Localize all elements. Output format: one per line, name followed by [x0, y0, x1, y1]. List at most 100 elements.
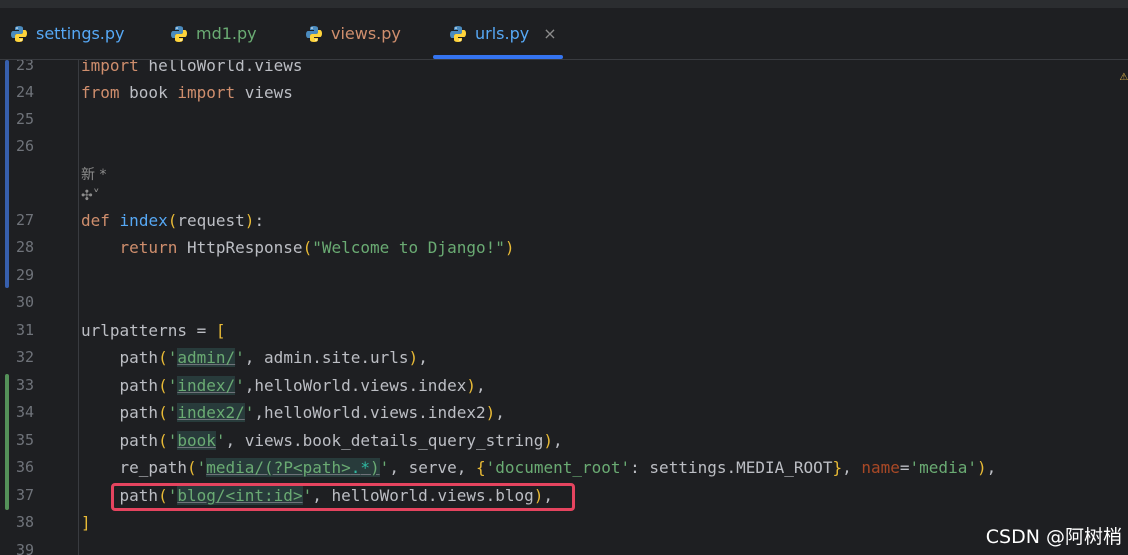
code-text: ,: [986, 458, 997, 477]
paren: (: [167, 211, 178, 230]
regex-star: *: [360, 458, 371, 477]
code-text: path: [119, 431, 159, 450]
paren: (: [158, 376, 168, 395]
url-pattern: index/: [177, 376, 236, 395]
code-text: :: [254, 211, 265, 230]
line-number: 36: [15, 458, 34, 476]
keyword: return: [119, 238, 178, 257]
code-text: views: [235, 83, 293, 102]
paren: ): [976, 458, 987, 477]
tab-label: urls.py: [475, 24, 530, 43]
code-editor[interactable]: 23 24 25 26 27 28 29 30 31 32 33 34 35 3…: [0, 60, 1128, 555]
tab-md1-py[interactable]: md1.py: [170, 8, 257, 59]
line-number: 33: [15, 376, 34, 394]
line-number: 32: [15, 348, 34, 366]
python-file-icon: [450, 25, 466, 42]
string-quote: ': [235, 376, 245, 395]
code-line-34: path('index2/',helloWorld.views.index2),: [81, 399, 505, 426]
code-text: helloWorld.views: [138, 60, 303, 75]
tab-views-py[interactable]: views.py: [305, 8, 401, 59]
code-text: ,helloWorld.views.index: [244, 376, 467, 395]
editor-tab-bar: settings.py md1.py views.py urls.py ×: [0, 8, 1128, 60]
warning-icon[interactable]: ⚠: [1120, 68, 1128, 84]
string-quote: ': [235, 348, 245, 367]
paren: ): [485, 403, 496, 422]
paren: ): [504, 238, 515, 257]
keyword: def: [81, 211, 110, 230]
tab-label: settings.py: [36, 24, 125, 43]
code-line-28: return HttpResponse("Welcome to Django!"…: [81, 234, 515, 261]
keyword-arg: name: [861, 458, 900, 477]
paren: (: [158, 348, 168, 367]
close-icon[interactable]: ×: [543, 24, 556, 43]
url-pattern: media/: [206, 458, 265, 477]
code-vision-icon[interactable]: ✣˅: [81, 188, 100, 204]
code-text: book: [119, 83, 178, 102]
keyword: from: [81, 83, 120, 102]
highlight-annotation-box: [111, 483, 575, 511]
line-number: 38: [15, 513, 34, 531]
url-pattern: admin/: [177, 348, 236, 367]
regex-group-close: ): [370, 458, 380, 477]
code-text: ,: [475, 376, 486, 395]
code-text: , views.book_details_query_string: [225, 431, 544, 450]
tab-label: md1.py: [196, 24, 257, 43]
line-number: 27: [15, 211, 34, 229]
function-name: index: [119, 211, 168, 230]
python-file-icon: [306, 25, 322, 42]
string-literal: 'media': [909, 458, 977, 477]
string-quote: ': [215, 431, 226, 450]
code-text: path: [119, 376, 159, 395]
line-number: 23: [15, 60, 34, 74]
keyword: import: [81, 60, 139, 75]
bracket: ]: [81, 513, 91, 532]
tab-settings-py[interactable]: settings.py: [10, 8, 125, 59]
code-line-38: ]: [81, 509, 91, 536]
paren: (: [302, 238, 313, 257]
line-number-gutter: 23 24 25 26 27 28 29 30 31 32 33 34 35 3…: [0, 60, 79, 555]
paren: ): [466, 376, 476, 395]
code-line-36: re_path('media/(?P<path>.*)', serve, {'d…: [81, 454, 996, 481]
string-literal: "Welcome to Django!": [312, 238, 505, 257]
paren: (: [158, 403, 168, 422]
code-text: , serve,: [389, 458, 477, 477]
string-quote: ': [167, 431, 178, 450]
code-text: path: [119, 348, 159, 367]
line-number: 37: [15, 486, 34, 504]
python-file-icon: [171, 25, 187, 42]
python-file-icon: [11, 25, 27, 42]
author-inlay-hint[interactable]: 新 *: [81, 164, 106, 184]
code-text: =: [899, 458, 910, 477]
code-text: ,: [553, 431, 563, 450]
active-tab-indicator: [433, 55, 563, 59]
code-text: urlpatterns =: [81, 321, 216, 340]
line-number: 25: [15, 110, 34, 128]
code-text: re_path: [119, 458, 187, 477]
line-number: 35: [15, 431, 34, 449]
string-quote: ': [167, 403, 178, 422]
code-text: ,: [842, 458, 862, 477]
watermark: CSDN @阿树梢: [985, 526, 1122, 548]
brace: {: [476, 458, 486, 477]
code-line-35: path('book', views.book_details_query_st…: [81, 427, 563, 454]
string-quote: ': [196, 458, 207, 477]
code-text: , admin.site.urls: [244, 348, 409, 367]
code-line-27: def index(request):: [81, 207, 264, 234]
regex-dot: .: [350, 458, 361, 477]
code-line-32: path('admin/', admin.site.urls),: [81, 344, 428, 371]
tab-urls-py[interactable]: urls.py ×: [433, 8, 563, 59]
line-number: 31: [15, 321, 34, 339]
line-number: 24: [15, 83, 34, 101]
line-number: 34: [15, 403, 34, 421]
line-number: 26: [15, 137, 34, 155]
code-text: ,helloWorld.views.index2: [254, 403, 486, 422]
line-number: 28: [15, 238, 34, 256]
paren: ): [244, 211, 255, 230]
code-text: : settings.MEDIA_ROOT: [630, 458, 833, 477]
code-line-23: import helloWorld.views: [81, 60, 303, 79]
keyword: import: [177, 83, 236, 102]
string-quote: ': [167, 376, 178, 395]
line-number: 39: [15, 541, 34, 555]
code-line-24: from book import views: [81, 79, 293, 106]
brace: }: [832, 458, 843, 477]
